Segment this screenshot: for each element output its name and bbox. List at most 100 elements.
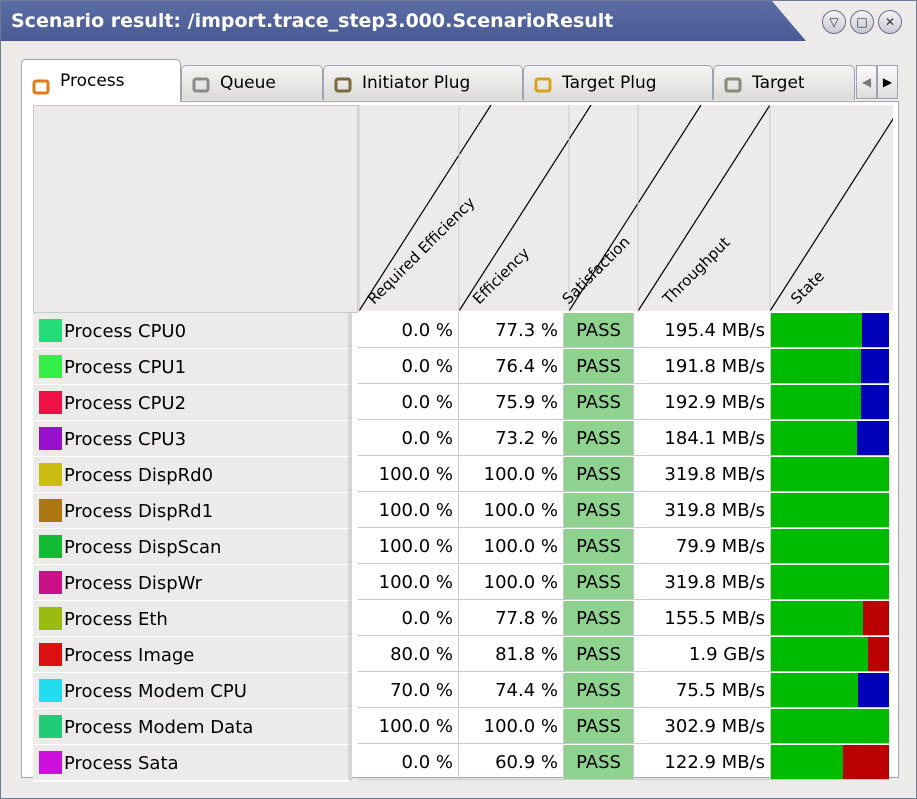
tab-queue[interactable]: Queue: [181, 65, 323, 100]
process-name: Process Sata: [64, 753, 179, 774]
tab-initiator-plug[interactable]: Initiator Plug: [323, 65, 523, 100]
state-bar: [771, 673, 889, 708]
process-color-swatch: [39, 390, 62, 414]
tab-target-plug[interactable]: Target Plug: [523, 65, 713, 100]
column-header: Required EfficiencyEfficiency Satisfactio…: [358, 105, 893, 312]
tab-bar: Process Queue Initiator Plug Target Plug Tar…: [21, 59, 901, 102]
required-cell: 100.0 %: [358, 565, 459, 600]
row-label[interactable]: Process CPU0: [33, 313, 352, 350]
row-label[interactable]: Process CPU1: [33, 349, 352, 386]
state-bar: [771, 349, 889, 384]
process-color-swatch: [39, 750, 62, 774]
efficiency-cell: 100.0 %: [459, 457, 564, 492]
state-segment-blue: [858, 673, 889, 707]
tab-process[interactable]: Process: [21, 59, 181, 102]
state-bar: [771, 313, 889, 348]
process-name: Process Eth: [64, 609, 168, 630]
process-name: Process DispWr: [64, 573, 203, 594]
efficiency-cell: 100.0 %: [459, 529, 564, 564]
scenario-result-window: Scenario result: /import.trace_step3.000…: [0, 0, 917, 799]
process-color-swatch: [39, 318, 62, 342]
row-label[interactable]: Process CPU2: [33, 385, 352, 422]
tab-scroll-right-button[interactable]: ▶: [877, 65, 898, 99]
process-color-swatch: [39, 462, 62, 486]
throughput-cell: 79.9 MB/s: [634, 529, 771, 564]
minimize-button[interactable]: ▽: [822, 10, 846, 34]
throughput-cell: 155.5 MB/s: [634, 601, 771, 636]
row-label[interactable]: Process Eth: [33, 601, 352, 638]
process-color-swatch: [39, 498, 62, 522]
process-color-swatch: [39, 354, 62, 378]
row-label[interactable]: Process DispRd1: [33, 493, 352, 530]
throughput-cell: 192.9 MB/s: [634, 385, 771, 420]
state-segment-green: [771, 421, 858, 455]
state-segment-green: [771, 349, 861, 383]
throughput-cell: 319.8 MB/s: [634, 493, 771, 528]
state-segment-green: [771, 637, 868, 671]
required-cell: 100.0 %: [358, 529, 459, 564]
window-title: Scenario result: /import.trace_step3.000…: [11, 10, 614, 32]
efficiency-cell: 77.8 %: [459, 601, 564, 636]
required-cell: 100.0 %: [358, 709, 459, 744]
required-cell: 100.0 %: [358, 457, 459, 492]
satisfaction-cell: PASS: [564, 709, 634, 744]
row-label[interactable]: Process DispRd0: [33, 457, 352, 494]
efficiency-cell: 77.3 %: [459, 313, 564, 348]
efficiency-cell: 100.0 %: [459, 565, 564, 600]
process-name: Process CPU2: [64, 393, 187, 414]
satisfaction-cell: PASS: [564, 493, 634, 528]
satisfaction-cell: PASS: [564, 673, 634, 708]
state-segment-red: [867, 637, 889, 671]
required-cell: 0.0 %: [358, 313, 459, 348]
process-name: Process DispRd0: [64, 465, 214, 486]
row-label[interactable]: Process Modem CPU: [33, 673, 352, 710]
row-label[interactable]: Process CPU3: [33, 421, 352, 458]
throughput-cell: 319.8 MB/s: [634, 457, 771, 492]
process-color-swatch: [39, 714, 62, 738]
state-segment-red: [863, 601, 889, 635]
satisfaction-cell: PASS: [564, 313, 634, 348]
throughput-cell: 75.5 MB/s: [634, 673, 771, 708]
satisfaction-cell: PASS: [564, 745, 634, 780]
required-cell: 0.0 %: [358, 385, 459, 420]
title-bar[interactable]: Scenario result: /import.trace_step3.000…: [1, 1, 916, 41]
state-segment-blue: [861, 313, 889, 347]
efficiency-cell: 73.2 %: [459, 421, 564, 456]
row-label[interactable]: Process Image: [33, 637, 352, 674]
row-label[interactable]: Process Sata: [33, 745, 352, 782]
row-label[interactable]: Process DispScan: [33, 529, 352, 566]
tab-label: Process: [60, 71, 125, 91]
close-button[interactable]: ✕: [878, 10, 902, 34]
process-color-swatch: [39, 642, 62, 666]
state-bar: [771, 529, 889, 564]
title-controls-area: ▽ □ ✕: [772, 1, 916, 41]
target-icon: [724, 72, 742, 93]
satisfaction-cell: PASS: [564, 565, 634, 600]
row-label[interactable]: Process Modem Data: [33, 709, 352, 746]
required-cell: 70.0 %: [358, 673, 459, 708]
throughput-cell: 191.8 MB/s: [634, 349, 771, 384]
maximize-button[interactable]: □: [850, 10, 874, 34]
results-panel: Required Efficiency Efficiency Satisfactio…: [21, 101, 899, 782]
state-bar: [771, 745, 889, 780]
state-segment-blue: [860, 385, 889, 419]
state-segment-green: [771, 493, 889, 527]
required-cell: 80.0 %: [358, 637, 459, 672]
satisfaction-cell: PASS: [564, 457, 634, 492]
tab-scroll-left-button[interactable]: ◀: [856, 65, 877, 99]
tab-label: Target Plug: [562, 73, 657, 93]
process-color-swatch: [39, 534, 62, 558]
process-icon: [32, 70, 50, 95]
state-segment-blue: [857, 421, 889, 455]
process-name: Process CPU1: [64, 357, 187, 378]
required-cell: 0.0 %: [358, 421, 459, 456]
state-segment-green: [771, 529, 889, 563]
row-label[interactable]: Process DispWr: [33, 565, 352, 602]
process-color-swatch: [39, 606, 62, 630]
process-color-swatch: [39, 678, 62, 702]
efficiency-cell: 60.9 %: [459, 745, 564, 780]
satisfaction-cell: PASS: [564, 349, 634, 384]
tab-target[interactable]: Target: [713, 65, 855, 100]
throughput-cell: 319.8 MB/s: [634, 565, 771, 600]
process-color-swatch: [39, 570, 62, 594]
